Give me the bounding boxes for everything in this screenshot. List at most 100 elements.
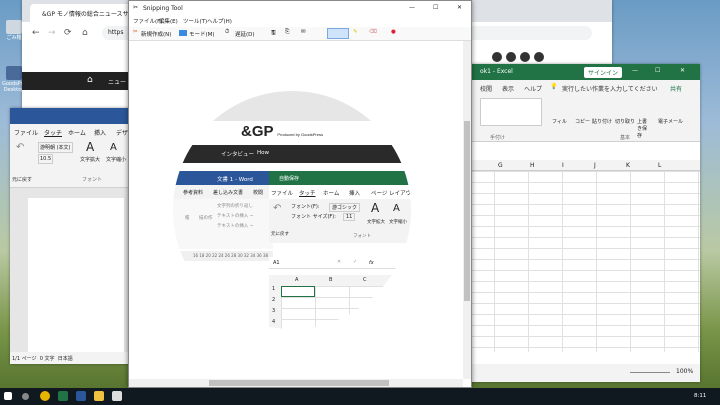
excel-tab[interactable]: ファイル <box>271 189 293 197</box>
youtube-icon[interactable] <box>520 52 530 62</box>
excel-tab[interactable]: 挿入 <box>349 189 360 197</box>
name-box[interactable]: A1 <box>273 260 280 266</box>
row-header[interactable]: 4 <box>269 319 281 329</box>
column-header[interactable]: C <box>363 277 367 283</box>
search-icon[interactable] <box>22 393 29 400</box>
signin-button[interactable]: サインイン <box>584 67 623 78</box>
excel-tab[interactable]: ホーム <box>323 189 339 197</box>
clock[interactable]: 8:11 <box>694 393 706 399</box>
grow-font-icon[interactable]: A <box>86 140 94 154</box>
grow-font-icon[interactable]: A <box>371 201 379 215</box>
column-header[interactable]: D <box>397 277 401 283</box>
undo-icon[interactable]: ↶ <box>16 142 24 153</box>
back-icon[interactable]: ← <box>32 28 40 38</box>
maximize-icon[interactable]: ☐ <box>433 4 438 11</box>
size-field[interactable]: 11 <box>343 213 356 221</box>
tell-me-field[interactable]: 実行したい作業を入力してください <box>562 84 658 93</box>
zoom-slider[interactable] <box>630 372 670 373</box>
active-cell[interactable] <box>281 286 315 297</box>
shrink-font-icon[interactable]: A <box>110 142 117 153</box>
nav-item[interactable]: ニュー <box>108 77 126 86</box>
send-icon[interactable]: ✉ <box>301 29 306 35</box>
column-header[interactable]: A <box>295 277 298 283</box>
word-tab[interactable]: 校閲 <box>253 189 263 196</box>
excel-tab[interactable]: ページ レイアウト <box>371 189 411 197</box>
font-name-field[interactable]: 游明朝 (本文) <box>38 142 73 153</box>
tab-help[interactable]: ヘルプ <box>524 84 542 93</box>
snip-taskbar-icon[interactable] <box>112 391 122 401</box>
minimize-icon[interactable]: — <box>632 67 638 74</box>
word-ribbon-item[interactable]: テキストの挿入 ~ <box>217 223 254 229</box>
eraser-icon[interactable]: ⌫ <box>369 29 377 35</box>
column-header[interactable]: G <box>498 162 503 169</box>
language[interactable]: 日本語 <box>58 356 73 362</box>
chrome-taskbar-icon[interactable] <box>40 391 50 401</box>
nav-item[interactable]: How <box>257 150 269 156</box>
word-tab[interactable]: 参考資料 <box>183 189 203 196</box>
undo-icon[interactable]: ↶ <box>273 203 281 214</box>
vertical-scrollbar[interactable] <box>463 41 471 379</box>
font-field[interactable]: 游ゴシック <box>329 203 361 212</box>
copy-icon[interactable]: ⎘ <box>285 29 289 36</box>
shrink-font-icon[interactable]: A <box>393 203 400 214</box>
menu-help[interactable]: ヘルプ(H) <box>207 17 232 25</box>
close-icon[interactable]: ✕ <box>457 4 462 11</box>
fx-icon[interactable]: fx <box>369 260 374 266</box>
enter-icon[interactable]: ✓ <box>353 259 357 265</box>
tab-insert[interactable]: 挿入 <box>94 128 106 137</box>
highlighter-icon[interactable]: ✎ <box>353 29 358 35</box>
column-header[interactable]: B <box>329 277 332 283</box>
word-ribbon-button[interactable]: 帳 <box>185 215 190 221</box>
instagram-icon[interactable] <box>534 52 544 62</box>
word-page[interactable] <box>28 198 124 352</box>
save-icon[interactable]: 🖫 <box>271 29 276 38</box>
tab-review[interactable]: 校閲 <box>480 84 492 93</box>
column-header[interactable]: J <box>594 162 596 169</box>
style-gallery[interactable] <box>480 98 542 126</box>
reload-icon[interactable]: ⟳ <box>64 28 72 38</box>
column-header[interactable]: L <box>658 162 661 169</box>
delay-button[interactable]: 遅延(D) <box>235 30 255 38</box>
word-ribbon-item[interactable]: テキストの挿入 ~ <box>217 213 254 219</box>
row-header[interactable]: 1 <box>269 286 281 297</box>
cancel-icon[interactable]: ✕ <box>337 259 341 265</box>
copy-button[interactable]: コピー <box>575 118 590 125</box>
minimize-icon[interactable]: — <box>409 4 415 11</box>
menu-edit[interactable]: 編集(E) <box>159 17 178 25</box>
horizontal-scrollbar[interactable] <box>129 379 463 387</box>
save-button[interactable]: 上書き保存 <box>637 118 651 139</box>
word-tab[interactable]: 差し込み文書 <box>213 189 243 196</box>
cut-button[interactable]: 切り取り <box>615 118 635 125</box>
font-size-field[interactable]: 10.5 <box>38 154 54 164</box>
paint3d-icon[interactable]: ● <box>391 29 396 35</box>
tab-file[interactable]: ファイル <box>14 128 38 137</box>
scroll-thumb[interactable] <box>464 121 470 301</box>
new-button[interactable]: 新規作成(N) <box>141 30 171 38</box>
tab-home[interactable]: ホーム <box>68 128 86 137</box>
scroll-thumb[interactable] <box>209 380 389 386</box>
email-button[interactable]: 電子メール <box>658 118 683 125</box>
column-header[interactable]: H <box>530 162 535 169</box>
start-icon[interactable] <box>4 392 12 400</box>
home-icon[interactable]: ⌂ <box>82 28 88 38</box>
word-ribbon-item[interactable]: 文字列の折り返し <box>217 203 253 209</box>
menu-tools[interactable]: ツール(T) <box>183 17 207 25</box>
facebook-icon[interactable] <box>492 52 502 62</box>
forward-icon[interactable]: → <box>48 28 56 38</box>
maximize-icon[interactable]: ☐ <box>655 67 660 74</box>
zoom-level[interactable]: 100% <box>676 368 693 375</box>
home-icon[interactable]: ⌂ <box>87 75 93 85</box>
tab-view[interactable]: 表示 <box>502 84 514 93</box>
column-header[interactable]: I <box>562 162 564 169</box>
tab-design[interactable]: デザ <box>116 128 128 137</box>
capture-excel-grid[interactable]: A B C D 1 2 3 4 5 6 <box>269 275 411 329</box>
mode-button[interactable]: モード(M) <box>189 30 215 38</box>
explorer-taskbar-icon[interactable] <box>94 391 104 401</box>
close-icon[interactable]: ✕ <box>680 67 685 74</box>
twitter-icon[interactable] <box>506 52 516 62</box>
pen-icon[interactable] <box>327 28 349 39</box>
nav-item[interactable]: インタビュー <box>221 150 254 158</box>
word-ribbon-button[interactable]: 描の作 <box>199 215 213 221</box>
excel-taskbar-icon[interactable] <box>58 391 68 401</box>
row-header[interactable]: 3 <box>269 308 281 319</box>
